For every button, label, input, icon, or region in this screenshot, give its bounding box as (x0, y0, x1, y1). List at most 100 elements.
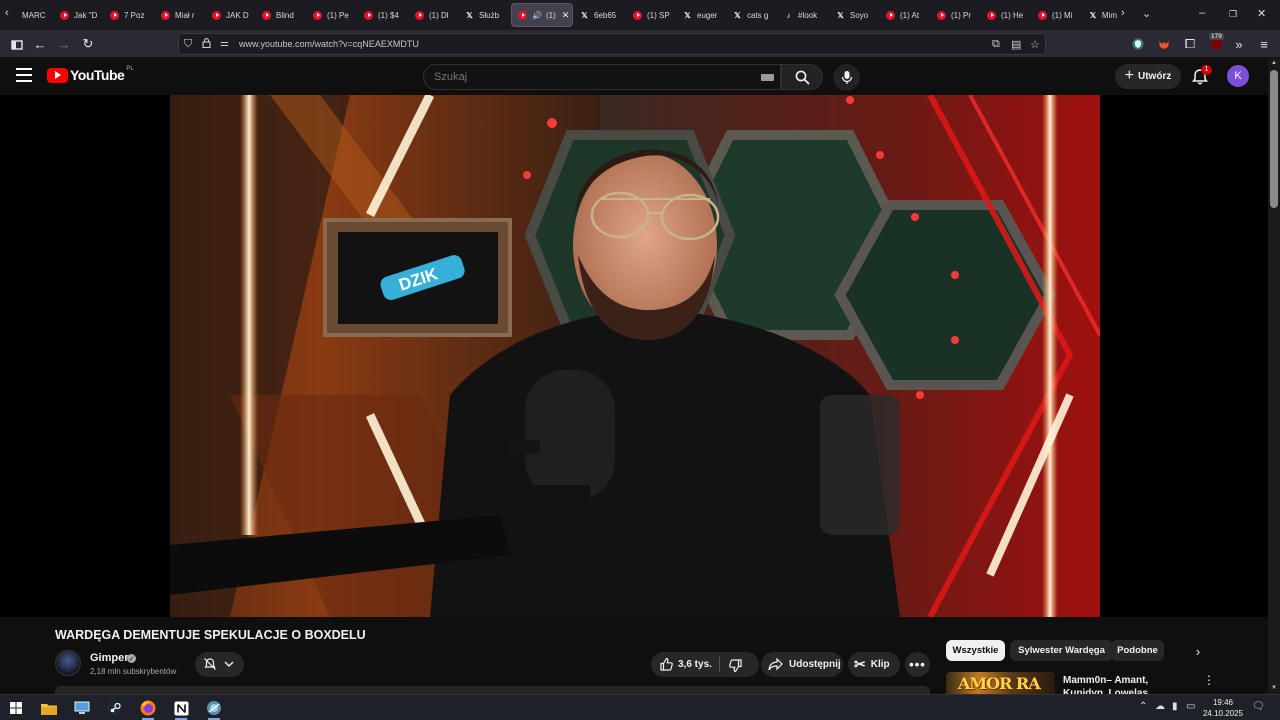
youtube-logo[interactable]: YouTube PL (47, 66, 134, 83)
browser-tab[interactable]: 𝕏cats g (733, 3, 777, 27)
voice-search-button[interactable] (833, 64, 860, 91)
browser-tab[interactable]: 𝕏euger (683, 3, 727, 27)
app-menu-icon[interactable]: ≡ (1256, 36, 1272, 52)
browser-tab[interactable]: 𝕏 Mim (1089, 3, 1117, 27)
browser-tab[interactable]: (1) He (987, 3, 1031, 27)
notification-center-icon[interactable]: 🗨 (1252, 701, 1265, 712)
browser-tab[interactable]: (1) At (886, 3, 930, 27)
share-button[interactable]: Udostępnij (761, 652, 843, 677)
browser-tab[interactable]: MARC (22, 3, 50, 27)
restore-icon[interactable]: ❐ (1229, 9, 1237, 20)
lock-icon[interactable] (202, 38, 211, 51)
search-box[interactable] (423, 64, 781, 90)
browser-tab[interactable]: (1) $4 (364, 3, 408, 27)
browser-tab[interactable]: JAK D (212, 3, 256, 27)
thumbs-down-icon[interactable] (728, 658, 743, 673)
browser-tab[interactable]: Blind (262, 3, 306, 27)
browser-nav-bar: ← → ↻ ⛉ ⚌ www.youtube.com/watch?v=cqNEAE… (0, 30, 1280, 58)
cloud-icon[interactable]: ☁ (1155, 701, 1165, 712)
channel-name[interactable]: Gimper (90, 652, 129, 664)
url-text[interactable]: www.youtube.com/watch?v=cqNEAEXMDTU (239, 39, 419, 49)
page-scrollbar[interactable]: ▲ ▼ (1268, 58, 1280, 694)
recommended-video-title[interactable]: Mamm0n– Amant, Kupidyn, Lowelas (1063, 674, 1193, 694)
filter-chip[interactable]: Wszystkie (946, 640, 1005, 661)
create-button[interactable]: + Utwórz (1115, 64, 1181, 89)
clip-button[interactable]: ✂ Klip (848, 652, 900, 677)
search-button[interactable] (781, 64, 823, 90)
bookmark-star-icon[interactable]: ☆ (1030, 38, 1040, 51)
subscriber-count: 2,18 mln subskrybentów (90, 667, 177, 676)
browser-tab[interactable]: 7 Poz (110, 3, 154, 27)
recommended-video-thumbnail[interactable]: AMOR RA (946, 672, 1055, 694)
browser-tab[interactable]: (1) Dl (415, 3, 459, 27)
permissions-icon[interactable]: ⚌ (220, 38, 229, 49)
taskbar-clock[interactable]: 19:46 24.10.2025 (1196, 697, 1250, 719)
window-close-icon[interactable]: ✕ (1257, 7, 1266, 20)
overflow-chevrons-icon[interactable]: » (1231, 36, 1247, 52)
search-input[interactable] (434, 71, 734, 83)
tray-overflow-icon[interactable]: ⌃ (1139, 701, 1147, 712)
youtube-header: YouTube PL + Utwórz 1 K (0, 58, 1268, 95)
chevron-right-icon[interactable]: › (1188, 643, 1208, 659)
like-count[interactable]: 3,6 tys. (678, 659, 712, 670)
browser-tab[interactable]: (1) SP (633, 3, 677, 27)
app-globe-icon[interactable] (205, 699, 223, 720)
keyboard-icon[interactable] (761, 74, 774, 81)
browser-tab[interactable]: (1) Mi (1038, 3, 1082, 27)
browser-tab[interactable]: Miał r (161, 3, 205, 27)
tab-list-chevron-icon[interactable]: ⌄ (1142, 7, 1151, 20)
notion-icon[interactable] (172, 699, 190, 720)
browser-tab[interactable]: ♪ #look (784, 3, 828, 27)
firefox-icon[interactable] (139, 699, 157, 720)
filter-chip[interactable]: Sylwester Wardęga (1010, 640, 1113, 661)
forward-icon[interactable]: → (56, 36, 72, 52)
tab-scroll-right-icon[interactable]: › (1121, 7, 1125, 19)
scroll-up-icon[interactable]: ▲ (1271, 60, 1277, 66)
more-actions-button[interactable]: ••• (905, 652, 930, 677)
video-player[interactable]: DZIK (0, 95, 1268, 617)
vpn-shield-icon[interactable] (1130, 36, 1146, 52)
extensions-puzzle-icon[interactable]: ⧠ (1182, 36, 1198, 52)
browser-tab[interactable]: Jak "D (60, 3, 104, 27)
youtube-icon (60, 10, 69, 20)
more-vertical-icon[interactable]: ⋮ (1203, 673, 1215, 687)
hamburger-menu-icon[interactable] (16, 68, 32, 82)
video-frame[interactable]: DZIK (170, 95, 1100, 617)
browser-tab[interactable]: 𝕏 Soyo (836, 3, 880, 27)
browser-tab[interactable]: 𝕏 Służb (465, 3, 505, 27)
scrollbar-thumb[interactable] (1270, 70, 1278, 208)
address-bar[interactable]: ⛉ ⚌ www.youtube.com/watch?v=cqNEAEXMDTU … (178, 33, 1046, 55)
browser-tab[interactable]: (1) Pr (937, 3, 981, 27)
computer-icon[interactable] (73, 699, 91, 717)
network-icon[interactable]: ▭ (1186, 701, 1195, 712)
subscription-notifications-button[interactable] (195, 652, 244, 677)
usb-icon[interactable]: ▮ (1172, 701, 1178, 712)
channel-avatar[interactable] (55, 650, 81, 676)
reload-icon[interactable]: ↻ (80, 36, 96, 52)
account-avatar[interactable]: K (1227, 65, 1249, 87)
tab-label: (1) At (900, 10, 920, 20)
filter-chip[interactable]: Podobne (1111, 640, 1164, 661)
share-label: Udostępnij (789, 659, 841, 670)
description-box[interactable] (55, 686, 930, 694)
browser-tab[interactable]: 𝕏 6eb65 (580, 3, 625, 27)
extension-badge: 179 (1209, 33, 1224, 40)
tab-label: (1) Pe (327, 10, 349, 20)
thumbs-up-icon[interactable] (659, 657, 674, 672)
tab-scroll-left-icon[interactable]: ‹ (5, 7, 9, 19)
sidebar-toggle-icon[interactable] (9, 36, 25, 52)
browser-tab[interactable]: (1) Pe (313, 3, 357, 27)
scroll-down-icon[interactable]: ▼ (1271, 685, 1277, 691)
browser-tab-active[interactable]: 🔊 (1) ✕ (511, 3, 573, 27)
tab-close-icon[interactable]: ✕ (562, 10, 570, 21)
reader-view-icon[interactable]: ▤ (1011, 38, 1021, 51)
picture-in-picture-icon[interactable]: ⧉ (992, 38, 1000, 51)
steam-icon[interactable] (106, 699, 124, 717)
windows-start-icon[interactable] (7, 699, 25, 717)
minimize-icon[interactable]: – (1199, 7, 1205, 19)
back-icon[interactable]: ← (32, 36, 48, 52)
fox-extension-icon[interactable] (1156, 36, 1172, 52)
tracking-shield-icon[interactable]: ⛉ (184, 38, 192, 51)
speaker-icon[interactable]: 🔊 (532, 11, 542, 20)
file-explorer-icon[interactable] (40, 699, 58, 717)
